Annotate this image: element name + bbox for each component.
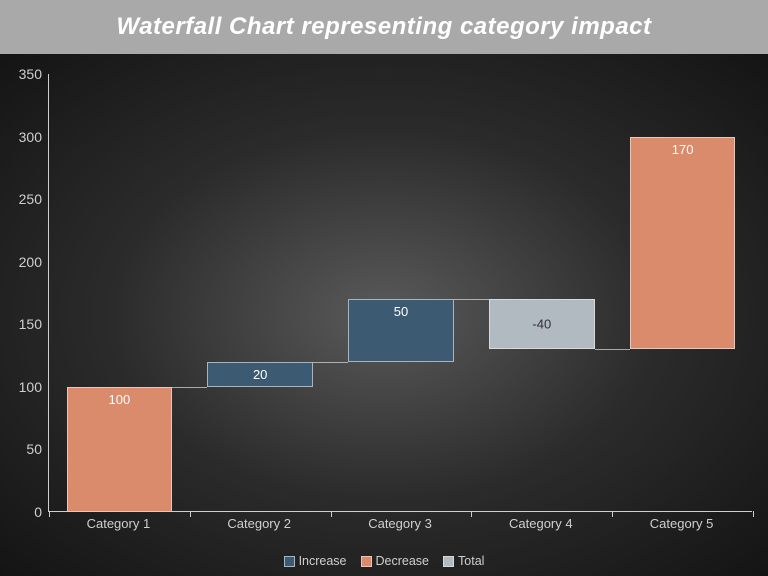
bar-data-label: 50 [349, 304, 453, 319]
y-tick-label: 350 [0, 66, 46, 82]
legend-label-total: Total [458, 554, 484, 568]
connector-line [313, 362, 348, 363]
y-tick-label: 250 [0, 191, 46, 207]
x-tick-label: Category 1 [87, 516, 151, 531]
y-tick-label: 50 [0, 441, 46, 457]
x-tick-mark [331, 511, 332, 517]
legend-item-total: Total [443, 554, 484, 568]
bar-data-label: 170 [631, 142, 735, 157]
y-tick-label: 150 [0, 316, 46, 332]
legend-item-decrease: Decrease [361, 554, 430, 568]
waterfall-bar: 20 [207, 362, 313, 387]
x-tick-label: Category 3 [368, 516, 432, 531]
page-title: Waterfall Chart representing category im… [116, 13, 651, 41]
legend-label-decrease: Decrease [376, 554, 430, 568]
y-tick-label: 200 [0, 254, 46, 270]
legend: Increase Decrease Total [0, 554, 768, 568]
header-bar: Waterfall Chart representing category im… [0, 0, 768, 54]
y-tick-label: 100 [0, 379, 46, 395]
waterfall-bar: 170 [630, 137, 736, 350]
waterfall-bar: 50 [348, 299, 454, 362]
connector-line [454, 299, 489, 300]
x-tick-mark [612, 511, 613, 517]
waterfall-bar: 100 [67, 387, 173, 512]
x-tick-mark [753, 511, 754, 517]
x-tick-label: Category 2 [227, 516, 291, 531]
x-tick-mark [471, 511, 472, 517]
chart-area: 0 50 100 150 200 250 300 350 100 20 50 -40 170 Cate… [0, 54, 768, 576]
waterfall-bar: -40 [489, 299, 595, 349]
connector-line [172, 387, 207, 388]
x-tick-label: Category 5 [650, 516, 714, 531]
x-tick-label: Category 4 [509, 516, 573, 531]
legend-swatch-total [443, 556, 454, 567]
legend-swatch-decrease [361, 556, 372, 567]
x-tick-mark [190, 511, 191, 517]
connector-line [595, 349, 630, 350]
legend-swatch-increase [284, 556, 295, 567]
y-tick-label: 300 [0, 129, 46, 145]
plot-region: 100 20 50 -40 170 [48, 74, 752, 512]
legend-label-increase: Increase [299, 554, 347, 568]
bar-data-label: 20 [208, 367, 312, 382]
x-tick-mark [49, 511, 50, 517]
bar-data-label: 100 [68, 392, 172, 407]
y-tick-label: 0 [0, 504, 46, 520]
legend-item-increase: Increase [284, 554, 347, 568]
bar-data-label: -40 [490, 317, 594, 332]
